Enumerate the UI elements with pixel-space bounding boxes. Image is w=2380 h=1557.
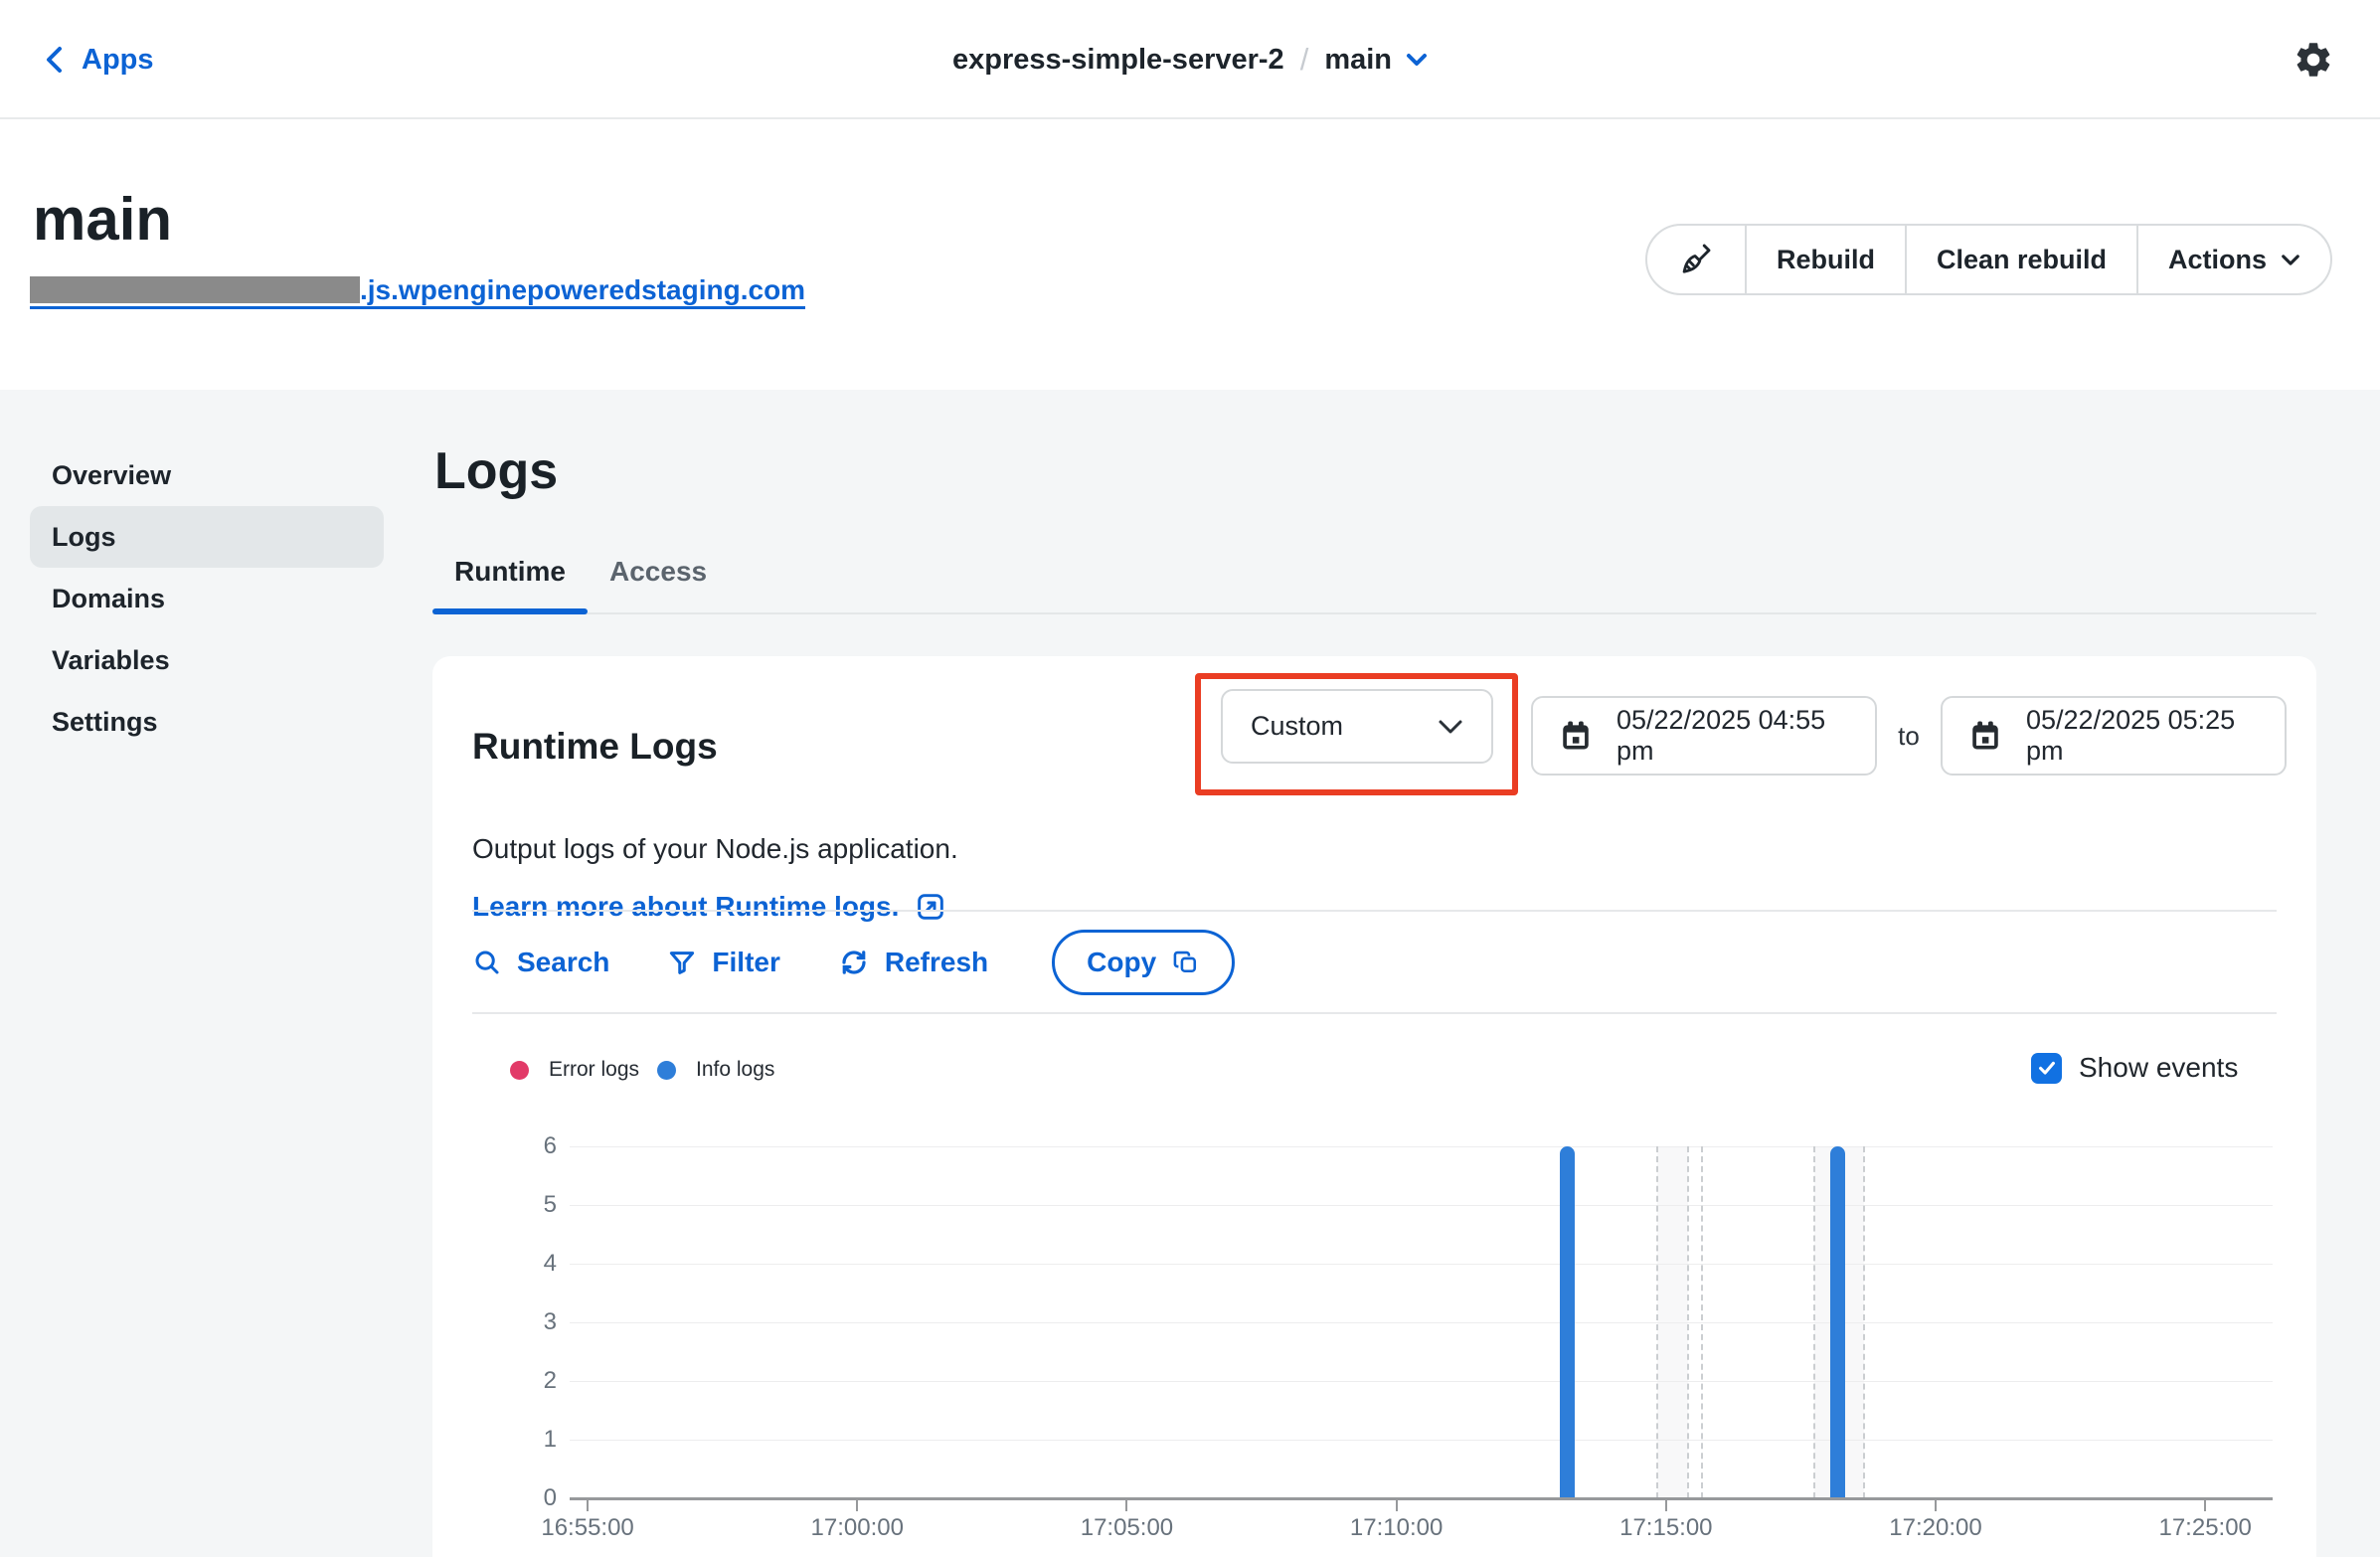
x-axis-tick [2204, 1500, 2206, 1511]
environment-url-text: .js.wpenginepoweredstaging.com [360, 276, 805, 303]
app-header: Apps express-simple-server-2 / main [0, 0, 2380, 119]
gridline [570, 1264, 2273, 1265]
logs-tabs: Runtime Access [432, 530, 2316, 614]
sidebar-item-domains[interactable]: Domains [30, 568, 384, 629]
y-axis-label: 4 [487, 1250, 557, 1278]
y-axis-label: 1 [487, 1426, 557, 1454]
breadcrumb-app-name: express-simple-server-2 [952, 44, 1284, 77]
sidebar-item-settings[interactable]: Settings [30, 691, 384, 753]
rebuild-label: Rebuild [1777, 245, 1875, 275]
x-axis-line [570, 1497, 2273, 1500]
x-axis-tick [1665, 1500, 1667, 1511]
environment-sidebar: Overview Logs Domains Variables Settings [30, 444, 384, 753]
clean-rebuild-label: Clean rebuild [1937, 245, 2107, 275]
y-axis-label: 5 [487, 1191, 557, 1219]
clean-rebuild-button[interactable]: Clean rebuild [1905, 226, 2136, 293]
actions-label: Actions [2168, 245, 2267, 275]
x-axis-tick [1935, 1500, 1937, 1511]
environment-hero: main .js.wpenginepoweredstaging.com Rebu… [0, 119, 2380, 390]
gridline [570, 1205, 2273, 1206]
gridline [570, 1381, 2273, 1382]
y-axis-label: 2 [487, 1367, 557, 1395]
chart-bar [1560, 1146, 1575, 1498]
logs-main: Logs Runtime Access Runtime Logs Output … [432, 390, 2348, 1557]
gridline [570, 1146, 2273, 1147]
chevron-down-icon [2281, 254, 2300, 266]
gridline [570, 1322, 2273, 1323]
time-range-select[interactable]: Custom [1221, 689, 1493, 764]
event-marker-line [1701, 1146, 1703, 1498]
page-title: Logs [434, 441, 558, 501]
y-axis-label: 3 [487, 1308, 557, 1336]
chart-bar [1830, 1146, 1845, 1498]
breadcrumb-separator: / [1300, 42, 1309, 78]
event-marker-line [1813, 1146, 1815, 1498]
broom-icon [1677, 241, 1715, 278]
breadcrumb: express-simple-server-2 / main [0, 0, 2380, 119]
chevron-down-icon [1438, 719, 1463, 735]
environment-title: main [33, 185, 172, 254]
environment-actions-group: Rebuild Clean rebuild Actions [1645, 224, 2332, 295]
runtime-logs-chart: 0 1 2 3 4 5 6 16:55:00 17:00:00 17:05:00 17:10:00 1… [432, 656, 2316, 1557]
y-axis-label: 0 [487, 1484, 557, 1512]
y-axis-label: 6 [487, 1132, 557, 1160]
x-axis-label: 17:20:00 [1856, 1514, 2015, 1542]
x-axis-label: 16:55:00 [508, 1514, 667, 1542]
rebuild-button[interactable]: Rebuild [1745, 226, 1905, 293]
x-axis-label: 17:15:00 [1587, 1514, 1746, 1542]
sidebar-item-logs[interactable]: Logs [30, 506, 384, 568]
event-marker-line [1687, 1146, 1689, 1498]
broom-button[interactable] [1647, 226, 1745, 293]
x-axis-label: 17:05:00 [1047, 1514, 1206, 1542]
x-axis-tick [1396, 1500, 1398, 1511]
time-range-value: Custom [1251, 711, 1343, 742]
actions-dropdown-button[interactable]: Actions [2136, 226, 2330, 293]
tab-runtime[interactable]: Runtime [432, 530, 588, 612]
breadcrumb-branch: main [1324, 44, 1392, 77]
event-marker-line [1863, 1146, 1865, 1498]
x-axis-tick [856, 1500, 858, 1511]
x-axis-tick [587, 1500, 589, 1511]
content-area: Overview Logs Domains Variables Settings… [0, 390, 2380, 1557]
tab-access[interactable]: Access [588, 530, 729, 612]
chevron-down-icon [1406, 53, 1428, 67]
redacted-url-segment [30, 276, 360, 303]
x-axis-label: 17:25:00 [2125, 1514, 2285, 1542]
page: Apps express-simple-server-2 / main main… [0, 0, 2380, 1557]
environment-url-link[interactable]: .js.wpenginepoweredstaging.com [30, 276, 805, 309]
x-axis-label: 17:00:00 [777, 1514, 936, 1542]
sidebar-item-overview[interactable]: Overview [30, 444, 384, 506]
x-axis-tick [1125, 1500, 1127, 1511]
gridline [570, 1440, 2273, 1441]
x-axis-label: 17:10:00 [1317, 1514, 1476, 1542]
settings-gear-icon[interactable] [2293, 39, 2334, 81]
runtime-logs-card: Runtime Logs Output logs of your Node.js… [432, 656, 2316, 1557]
branch-selector[interactable]: main [1324, 44, 1428, 77]
sidebar-item-variables[interactable]: Variables [30, 629, 384, 691]
event-marker-line [1656, 1146, 1658, 1498]
